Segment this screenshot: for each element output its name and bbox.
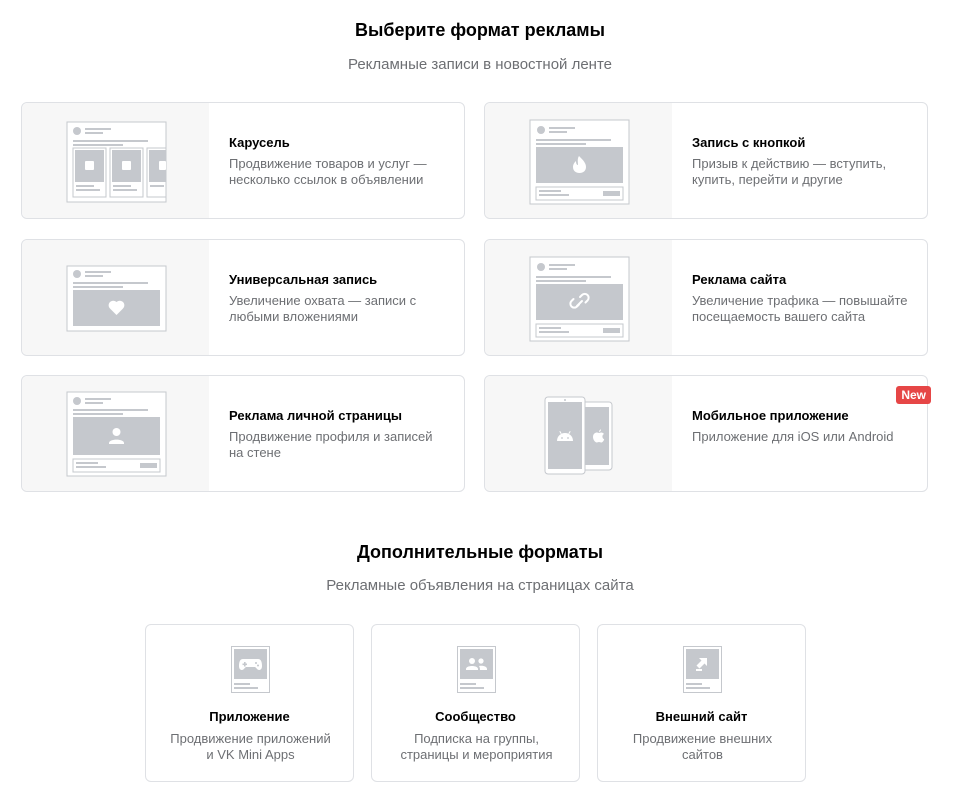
extra-format-title: Сообщество — [435, 709, 516, 724]
format-card-universal-post[interactable]: Универсальная запись Увеличение охвата —… — [21, 239, 465, 356]
format-description: Приложение для iOS или Android — [692, 429, 894, 444]
format-card-personal-page-ad[interactable]: Реклама личной страницы Продвижение проф… — [21, 375, 465, 492]
main-section-subtitle: Рекламные записи в новостной ленте — [347, 56, 613, 73]
format-card-carousel[interactable]: Карусель Продвижение товаров и услуг — не… — [21, 102, 465, 219]
extra-format-title: Приложение — [209, 709, 290, 724]
format-title: Реклама сайта — [692, 272, 787, 287]
profile-post-preview-icon — [22, 376, 209, 491]
format-title: Запись с кнопкой — [692, 135, 806, 150]
format-description: Увеличение охвата — записи с любыми вложе… — [229, 293, 417, 324]
extra-format-card-app[interactable]: Приложение Продвижение приложений и VK Mi… — [145, 624, 354, 782]
format-title: Мобильное приложение — [692, 408, 849, 423]
heart-post-preview-icon — [22, 240, 209, 355]
extra-section-subtitle: Рекламные объявления на страницах сайта — [326, 577, 634, 594]
format-card-mobile-app[interactable]: Мобильное приложение Приложение для iOS … — [484, 375, 931, 492]
extra-format-description: Продвижение приложений и VK Mini Apps — [170, 731, 331, 762]
format-card-website-ad[interactable]: Реклама сайта Увеличение трафика — повыш… — [484, 239, 928, 356]
extra-format-card-external-site[interactable]: Внешний сайт Продвижение внешних сайтов — [597, 624, 806, 782]
format-description: Продвижение профиля и записей на стене — [229, 429, 433, 460]
format-description: Продвижение товаров и услуг — несколько с… — [229, 156, 427, 187]
extra-format-description: Продвижение внешних сайтов — [632, 731, 773, 762]
extra-format-title: Внешний сайт — [655, 709, 748, 724]
format-description: Призыв к действию — вступить, купить, пер… — [692, 156, 887, 187]
format-card-post-with-button[interactable]: Запись с кнопкой Призыв к действию — вст… — [484, 102, 928, 219]
community-icon — [457, 646, 497, 694]
extra-format-card-community[interactable]: Сообщество Подписка на группы, страницы и… — [371, 624, 580, 782]
extra-section-title: Дополнительные форматы — [357, 542, 603, 562]
new-badge: New — [896, 386, 931, 404]
format-title: Реклама личной страницы — [229, 408, 402, 423]
format-title: Универсальная запись — [229, 272, 378, 287]
external-link-icon — [683, 646, 723, 694]
link-post-preview-icon — [485, 240, 672, 355]
extra-format-description: Подписка на группы, страницы и мероприяти… — [400, 731, 553, 762]
main-section-title: Выберите формат рекламы — [355, 20, 605, 40]
gamepad-icon — [231, 646, 271, 694]
fire-post-preview-icon — [485, 103, 672, 218]
format-description: Увеличение трафика — повышайте посещаемос… — [692, 293, 908, 324]
carousel-preview-icon — [22, 103, 209, 218]
format-title: Карусель — [229, 135, 290, 150]
mobile-phones-preview-icon — [485, 376, 672, 491]
